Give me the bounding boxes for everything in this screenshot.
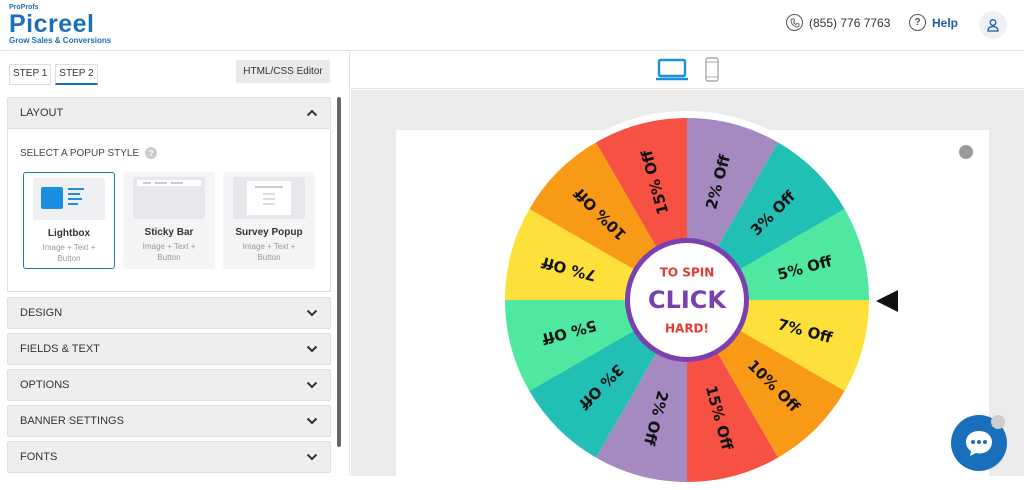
chevron-down-icon <box>306 453 318 461</box>
user-icon <box>987 19 999 32</box>
phone-number: (855) 776 7763 <box>809 15 891 30</box>
section-banner-settings-label: BANNER SETTINGS <box>20 415 124 427</box>
tab-step-2[interactable]: STEP 2 <box>55 64 98 85</box>
accordion-list: LAYOUT SELECT A POPUP STYLE ? Lightbox I… <box>7 97 331 477</box>
style-name: Sticky Bar <box>144 227 194 238</box>
chevron-down-icon <box>306 381 318 389</box>
help-label: Help <box>932 15 959 30</box>
picreel-logo[interactable]: ProProfs Picreel Grow Sales & Conversion… <box>9 4 119 46</box>
logo-name: Picreel <box>9 10 95 38</box>
popup-style-label: SELECT A POPUP STYLE <box>20 147 140 159</box>
sticky-bar-thumbnail <box>133 177 205 219</box>
section-options[interactable]: OPTIONS <box>7 369 331 401</box>
wheel-pointer <box>876 290 898 312</box>
layout-section-body: SELECT A POPUP STYLE ? Lightbox Image + … <box>7 129 331 292</box>
section-fields-text-label: FIELDS & TEXT <box>20 343 100 355</box>
section-layout[interactable]: LAYOUT <box>7 97 331 129</box>
spin-bottom-text: HARD! <box>665 322 709 336</box>
style-description: Image + Text + Button <box>242 242 296 262</box>
chevron-down-icon <box>306 309 318 317</box>
step-tabs: STEP 1 STEP 2 <box>9 64 98 85</box>
style-card-sticky-bar[interactable]: Sticky Bar Image + Text + Button <box>123 172 215 269</box>
style-card-lightbox[interactable]: Lightbox Image + Text + Button <box>23 172 115 269</box>
section-layout-label: LAYOUT <box>20 107 64 119</box>
style-card-survey-popup[interactable]: Survey Popup Image + Text + Button <box>223 172 315 269</box>
style-description: Image + Text + Button <box>42 243 96 263</box>
settings-panel: STEP 1 STEP 2 HTML/CSS Editor LAYOUT SEL… <box>0 52 350 476</box>
section-fonts-label: FONTS <box>20 451 58 463</box>
style-name: Lightbox <box>47 228 91 239</box>
chat-icon <box>966 431 992 456</box>
panel-scrollbar[interactable] <box>337 97 341 447</box>
section-fonts[interactable]: FONTS <box>7 441 331 473</box>
spin-top-text: TO SPIN <box>660 266 715 280</box>
device-toggle-bar <box>351 52 1024 89</box>
top-header: ProProfs Picreel Grow Sales & Conversion… <box>0 0 1024 51</box>
section-banner-settings[interactable]: BANNER SETTINGS <box>7 405 331 437</box>
lightbox-thumbnail <box>33 178 105 220</box>
spin-wheel[interactable]: 2% Off3% Off5% Off7% Off10% Off15% Off2%… <box>497 110 877 490</box>
laptop-icon[interactable] <box>655 58 689 82</box>
chevron-down-icon <box>306 417 318 425</box>
spin-click-text: CLICK <box>648 286 727 314</box>
section-fields-text[interactable]: FIELDS & TEXT <box>7 333 331 365</box>
popup-style-options: Lightbox Image + Text + Button Sticky Ba… <box>23 172 315 269</box>
chevron-down-icon <box>306 345 318 353</box>
chevron-up-icon <box>306 109 318 117</box>
info-icon[interactable]: ? <box>145 147 158 159</box>
phone-contact[interactable]: (855) 776 7763 <box>786 14 890 31</box>
section-design[interactable]: DESIGN <box>7 297 331 329</box>
survey-popup-thumbnail <box>233 177 305 219</box>
style-name: Survey Popup <box>235 227 303 238</box>
question-icon: ? <box>909 14 926 31</box>
style-description: Image + Text + Button <box>142 242 196 262</box>
logo-tagline: Grow Sales & Conversions <box>9 36 112 45</box>
section-options-label: OPTIONS <box>20 379 70 391</box>
mobile-icon[interactable] <box>705 57 719 82</box>
chat-close-dot[interactable] <box>991 415 1005 429</box>
tab-step-1[interactable]: STEP 1 <box>9 64 52 85</box>
help-link[interactable]: ? Help <box>909 14 958 31</box>
phone-icon <box>786 14 803 31</box>
section-design-label: DESIGN <box>20 307 63 319</box>
popup-style-heading: SELECT A POPUP STYLE ? <box>20 147 318 159</box>
close-icon[interactable] <box>959 145 973 159</box>
user-avatar[interactable] <box>979 11 1007 39</box>
html-css-editor-button[interactable]: HTML/CSS Editor <box>236 60 330 83</box>
